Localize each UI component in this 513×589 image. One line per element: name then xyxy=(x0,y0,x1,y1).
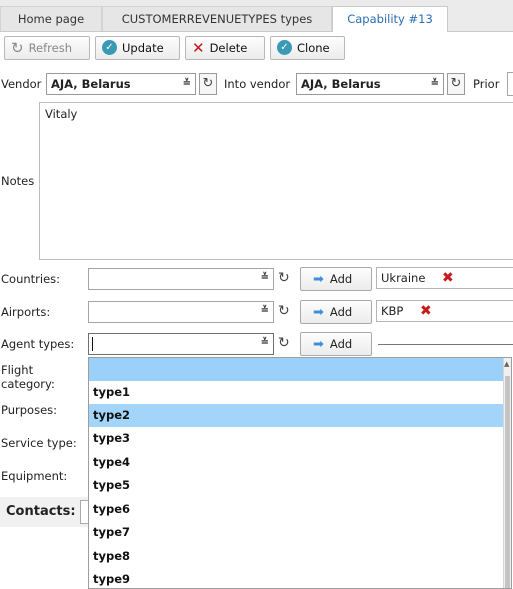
dropdown-option[interactable]: type5 xyxy=(89,474,506,497)
refresh-button[interactable]: ↻ Refresh xyxy=(4,36,90,60)
double-chevron-down-icon[interactable]: ≚ xyxy=(261,272,269,283)
check-circle-icon: ✓ xyxy=(277,40,292,55)
service-type-label: Service type: xyxy=(1,436,77,450)
dropdown-option-empty[interactable] xyxy=(89,358,506,381)
vendor-select[interactable]: AJA, Belarus ≚ xyxy=(46,73,196,95)
dropdown-option-highlighted[interactable]: type2 xyxy=(89,404,506,427)
tab-home-page[interactable]: Home page xyxy=(0,6,102,31)
flight-category-label: Flight category: xyxy=(1,363,55,391)
dropdown-option[interactable]: type6 xyxy=(89,498,506,521)
equipment-label: Equipment: xyxy=(1,469,68,483)
airports-input[interactable]: ≚ xyxy=(88,301,274,323)
arrow-right-icon: ➡ xyxy=(313,305,324,320)
dropdown-option[interactable]: type3 xyxy=(89,427,506,450)
double-chevron-down-icon[interactable]: ≚ xyxy=(261,337,269,348)
tab-customerrevenuetypes[interactable]: CUSTOMERREVENUETYPES types xyxy=(102,6,332,31)
agent-types-add-button[interactable]: ➡ Add xyxy=(300,332,372,356)
purposes-label: Purposes: xyxy=(1,403,58,417)
countries-label: Countries: xyxy=(1,272,61,286)
clone-button[interactable]: ✓ Clone xyxy=(270,36,345,60)
tab-bar: Home page CUSTOMERREVENUETYPES types Cap… xyxy=(0,0,513,32)
check-circle-icon: ✓ xyxy=(102,40,117,55)
notes-label: Notes xyxy=(1,174,35,188)
airports-label: Airports: xyxy=(1,305,51,319)
agent-types-input[interactable]: ≚ xyxy=(88,333,274,355)
tab-capability[interactable]: Capability #13 xyxy=(332,6,448,32)
prior-input[interactable] xyxy=(507,72,513,96)
prior-label: Prior xyxy=(473,77,500,91)
dropdown-option[interactable]: type8 xyxy=(89,545,506,568)
vendor-refresh-icon[interactable]: ↻ xyxy=(199,73,217,95)
dropdown-scrollbar[interactable]: ▲ xyxy=(503,358,511,588)
notes-textarea[interactable]: Vitaly xyxy=(39,102,513,260)
countries-input[interactable]: ≚ xyxy=(88,268,274,290)
red-x-icon[interactable]: ✖ xyxy=(420,301,432,321)
scrollbar-thumb[interactable] xyxy=(505,376,510,588)
contacts-header: Contacts: xyxy=(0,497,88,527)
arrow-right-icon: ➡ xyxy=(313,337,324,352)
contacts-label: Contacts: xyxy=(6,504,76,519)
airports-refresh-icon[interactable]: ↻ xyxy=(278,303,290,319)
into-vendor-refresh-icon[interactable]: ↻ xyxy=(447,73,465,95)
text-cursor xyxy=(92,337,93,351)
agent-types-label: Agent types: xyxy=(1,337,75,351)
delete-button[interactable]: ✕ Delete xyxy=(185,36,265,60)
refresh-icon: ↻ xyxy=(11,38,24,57)
update-button[interactable]: ✓ Update xyxy=(95,36,180,60)
double-chevron-down-icon[interactable]: ≚ xyxy=(261,305,269,316)
dropdown-option[interactable]: type1 xyxy=(89,381,506,404)
airports-add-button[interactable]: ➡ Add xyxy=(300,300,372,324)
x-icon: ✕ xyxy=(192,38,205,57)
countries-add-button[interactable]: ➡ Add xyxy=(300,267,372,291)
countries-refresh-icon[interactable]: ↻ xyxy=(278,270,290,286)
into-vendor-label: Into vendor xyxy=(224,77,291,91)
dropdown-option[interactable]: type4 xyxy=(89,451,506,474)
agent-types-refresh-icon[interactable]: ↻ xyxy=(278,335,290,351)
airport-tag-kbp: KBP ✖ xyxy=(376,300,513,322)
arrow-right-icon: ➡ xyxy=(313,272,324,287)
scroll-up-icon[interactable]: ▲ xyxy=(504,360,509,368)
into-vendor-select[interactable]: AJA, Belarus ≚ xyxy=(296,73,444,95)
dropdown-option[interactable]: type7 xyxy=(89,521,506,544)
divider xyxy=(378,344,513,345)
agent-types-dropdown[interactable]: type1 type2 type3 type4 type5 type6 type… xyxy=(88,357,512,589)
double-chevron-down-icon: ≚ xyxy=(182,78,191,89)
dropdown-option[interactable]: type9 xyxy=(89,568,506,588)
red-x-icon[interactable]: ✖ xyxy=(442,268,454,288)
vendor-label: Vendor xyxy=(1,77,42,91)
double-chevron-down-icon: ≚ xyxy=(430,78,439,89)
country-tag-ukraine: Ukraine ✖ xyxy=(376,267,513,289)
